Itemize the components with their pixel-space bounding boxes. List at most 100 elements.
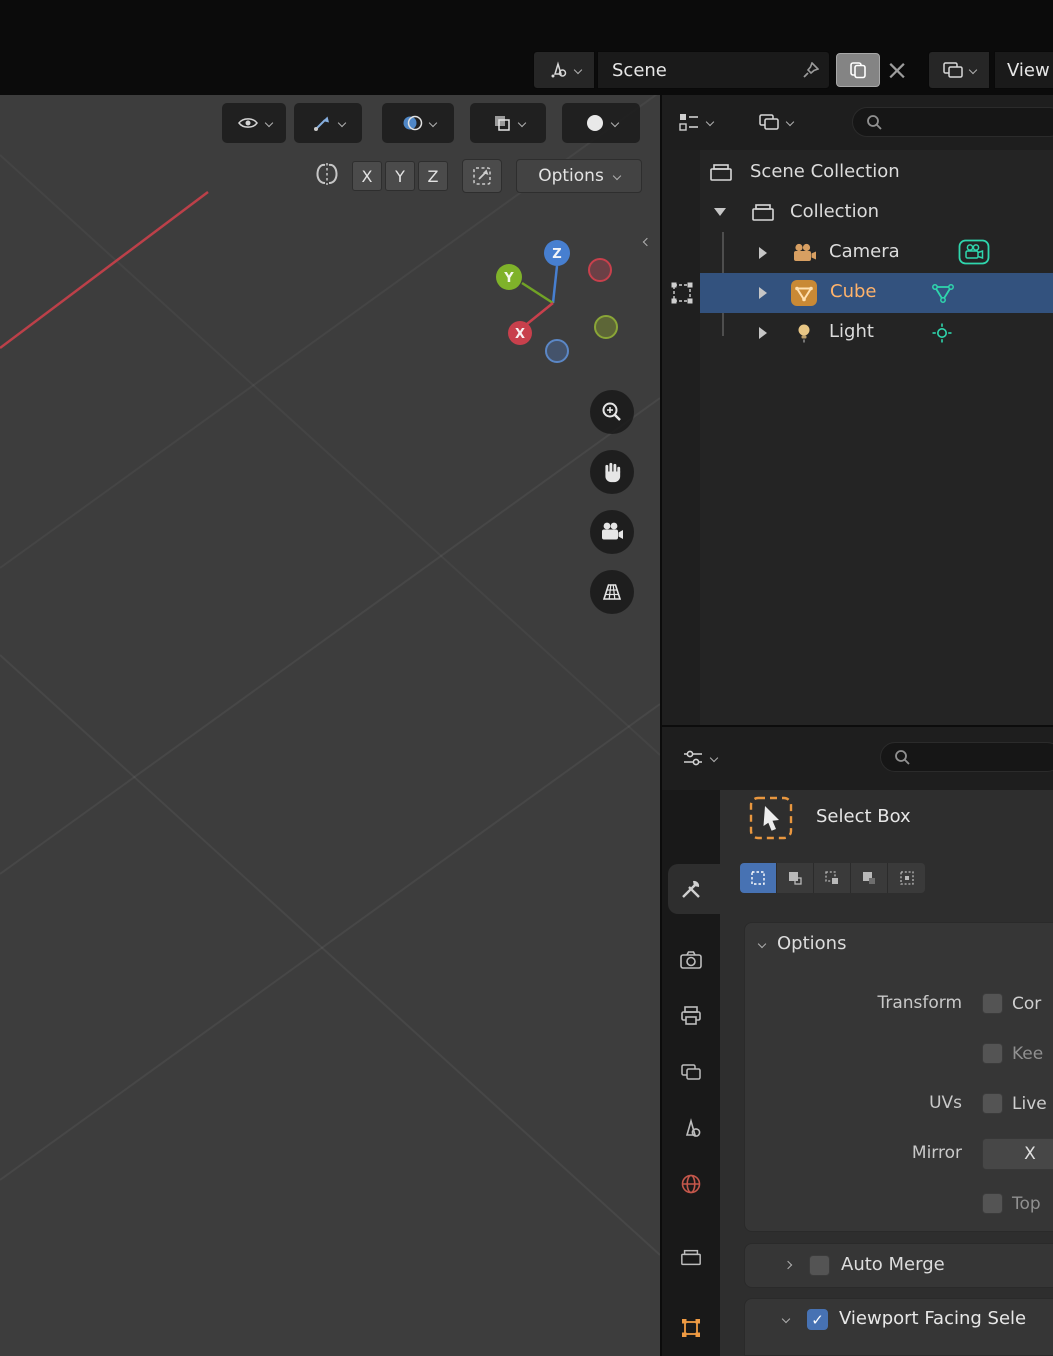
editor-type-dropdown[interactable] [682, 741, 719, 775]
navigation-gizmo[interactable]: Z Y X [476, 226, 636, 376]
mirror-x-button[interactable]: X [982, 1138, 1053, 1170]
viewport-3d[interactable]: X Y Z Options Z Y X [0, 95, 660, 1356]
scene-browse-button[interactable] [533, 51, 595, 89]
live-unwrap-checkbox[interactable] [982, 1093, 1003, 1114]
active-tool-button[interactable] [748, 795, 794, 841]
options-dropdown[interactable]: Options [516, 159, 642, 193]
mesh-data-icon[interactable] [930, 281, 956, 305]
chevron-down-icon [705, 117, 715, 127]
duplicate-icon [850, 62, 866, 79]
mirror-z-toggle[interactable]: Z [418, 161, 448, 191]
row-label: Collection [790, 201, 880, 222]
chevron-down-icon [968, 65, 978, 75]
pan-button[interactable] [590, 450, 634, 494]
correct-face-label: Cor [1012, 994, 1042, 1014]
gizmo-minus-x-ball[interactable] [588, 258, 612, 282]
mesh-object-icon [791, 280, 817, 306]
camera-view-button[interactable] [590, 510, 634, 554]
tab-scene[interactable] [670, 1107, 712, 1149]
copy-scene-button[interactable] [836, 53, 880, 87]
transform-label: Transform [877, 993, 962, 1013]
tab-view-layer[interactable] [670, 1051, 712, 1093]
properties-search-field[interactable] [880, 742, 1053, 772]
outliner: Scene Collection Collection Camera Cube … [662, 95, 1053, 725]
correct-face-checkbox[interactable] [982, 993, 1003, 1014]
disclosure-triangle[interactable] [759, 247, 767, 259]
chevron-down-icon [573, 65, 583, 75]
filter-dropdown[interactable] [758, 105, 795, 139]
mirror-x-toggle[interactable]: X [352, 161, 382, 191]
gizmo-x-ball[interactable]: X [508, 321, 532, 345]
shading-dropdown[interactable] [562, 103, 640, 143]
output-printer-icon [681, 1006, 701, 1025]
delete-scene-button[interactable]: × [880, 51, 914, 89]
camera-icon [602, 522, 623, 540]
select-invert-icon [863, 872, 875, 884]
properties-sliders-icon [684, 750, 702, 766]
zoom-button[interactable] [590, 390, 634, 434]
tab-collection[interactable] [670, 1237, 712, 1279]
outliner-row-light[interactable]: Light [662, 313, 1053, 353]
xray-dropdown[interactable] [470, 103, 546, 143]
select-mode-invert[interactable] [851, 863, 888, 893]
view-layer-browse-button[interactable] [928, 51, 990, 89]
gizmo-z-ball[interactable]: Z [544, 240, 570, 266]
scene-props-icon [685, 1118, 701, 1137]
view-layer-name-field[interactable]: View [994, 51, 1053, 89]
gizmos-dropdown[interactable] [294, 103, 362, 143]
options-label: Options [538, 166, 604, 186]
scene-name-field[interactable]: Scene [597, 51, 830, 89]
shading-sphere-icon [586, 115, 603, 131]
x-axis-line [0, 191, 209, 349]
options-panel-header[interactable]: Options [757, 933, 846, 954]
disclosure-triangle[interactable] [714, 208, 726, 216]
select-mode-subtract[interactable] [814, 863, 851, 893]
outliner-row-collection[interactable]: Collection [662, 193, 1053, 233]
outliner-row-scene-collection[interactable]: Scene Collection [662, 153, 1053, 193]
properties-tab-strip [662, 790, 720, 1356]
auto-merge-checkbox[interactable] [809, 1255, 830, 1276]
tab-object[interactable] [670, 1307, 712, 1349]
mirror-y-toggle[interactable]: Y [385, 161, 415, 191]
row-label: Light [829, 321, 874, 342]
viewport-facing-title: Viewport Facing Sele [839, 1308, 1027, 1329]
tab-render[interactable] [670, 939, 712, 981]
disclosure-triangle[interactable] [759, 287, 767, 299]
camera-data-icon[interactable] [958, 239, 990, 265]
gizmo-minus-z-ball[interactable] [545, 339, 569, 363]
chevron-right-icon [783, 1260, 793, 1270]
grid-icon [602, 584, 622, 600]
viewport-facing-panel[interactable]: ✓ Viewport Facing Sele [744, 1298, 1053, 1356]
camera-object-icon [794, 243, 816, 261]
tab-output[interactable] [670, 995, 712, 1037]
gizmo-minus-y-ball[interactable] [594, 315, 618, 339]
gizmo-y-ball[interactable]: Y [496, 264, 522, 290]
outliner-search-field[interactable] [852, 107, 1053, 137]
outliner-row-cube[interactable]: Cube [662, 273, 1053, 313]
close-icon: × [885, 54, 909, 86]
select-mode-intersect[interactable] [888, 863, 925, 893]
mirror-x-button-label: X [1024, 1144, 1036, 1164]
viewport-facing-checkbox[interactable]: ✓ [807, 1309, 828, 1330]
tab-world[interactable] [670, 1163, 712, 1205]
visibility-dropdown[interactable] [222, 103, 286, 143]
overlays-dropdown[interactable] [382, 103, 454, 143]
disclosure-triangle[interactable] [759, 327, 767, 339]
select-mode-new[interactable] [740, 863, 777, 893]
light-data-icon[interactable] [930, 321, 954, 345]
zoom-icon [602, 402, 621, 421]
proportional-editing-button[interactable] [462, 159, 502, 193]
display-mode-dropdown[interactable] [678, 105, 715, 139]
keep-connected-checkbox[interactable] [982, 1043, 1003, 1064]
topology-mirror-checkbox[interactable] [982, 1193, 1003, 1214]
search-icon [867, 115, 882, 130]
pin-icon[interactable] [803, 62, 819, 78]
tab-tool[interactable] [670, 868, 712, 910]
chevron-down-icon [264, 118, 273, 128]
outliner-row-camera[interactable]: Camera [662, 233, 1053, 273]
auto-merge-panel[interactable]: Auto Merge [744, 1243, 1053, 1288]
select-mode-extend[interactable] [777, 863, 814, 893]
perspective-toggle-button[interactable] [590, 570, 634, 614]
images-icon [759, 114, 779, 130]
images-icon [943, 62, 963, 78]
